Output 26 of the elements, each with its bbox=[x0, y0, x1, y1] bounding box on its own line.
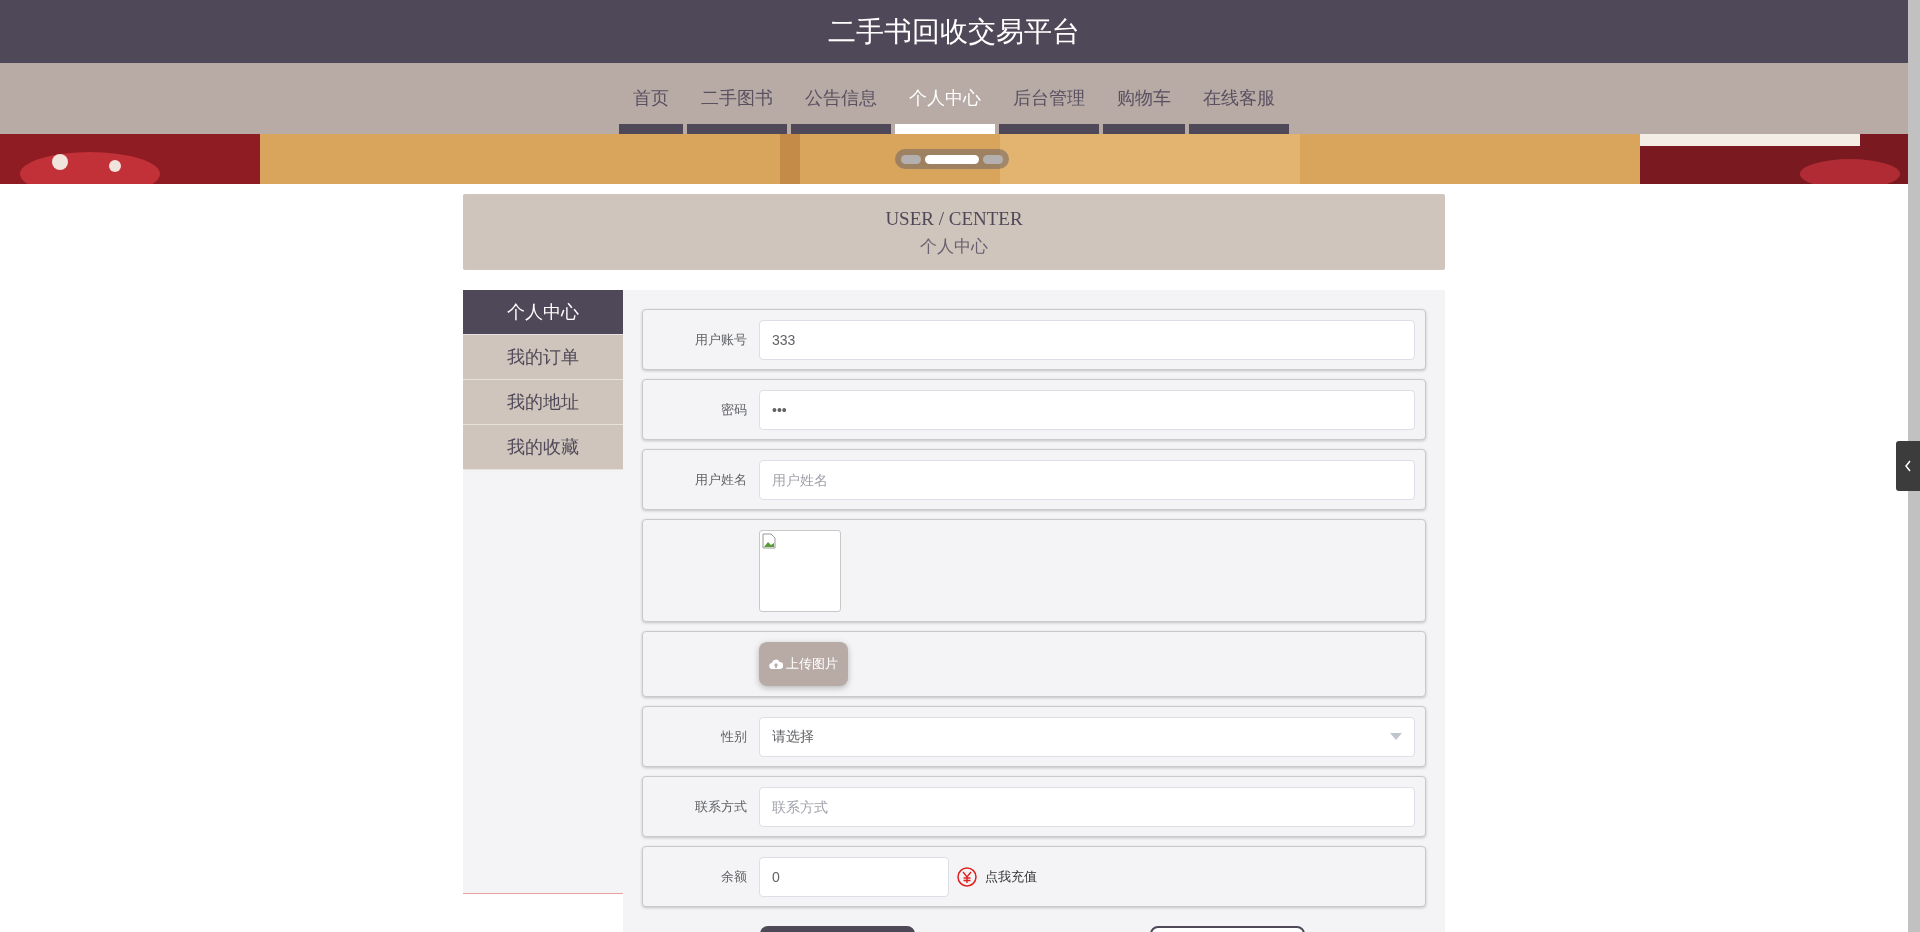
yen-icon bbox=[957, 866, 977, 887]
sidebar-item[interactable]: 我的收藏 bbox=[463, 425, 623, 470]
balance-field[interactable]: 0 bbox=[759, 856, 949, 897]
field-label: 性别 bbox=[721, 727, 747, 746]
heading-english: USER / CENTER bbox=[885, 207, 1023, 231]
text-field[interactable]: 333 bbox=[759, 319, 1415, 360]
field-label: 联系方式 bbox=[695, 797, 747, 816]
cloud-upload-icon bbox=[769, 658, 783, 670]
select-field[interactable]: 请选择 bbox=[759, 716, 1415, 757]
text-field[interactable]: 用户姓名 bbox=[759, 459, 1415, 500]
broken-image-icon bbox=[762, 533, 776, 549]
text-field[interactable]: ••• bbox=[759, 389, 1415, 430]
sidebar-item[interactable]: 我的地址 bbox=[463, 380, 623, 425]
field-label: 用户姓名 bbox=[695, 470, 747, 489]
recharge-link[interactable]: 点我充值 bbox=[985, 866, 1037, 887]
chevron-left-icon bbox=[1904, 460, 1912, 472]
field-label: 密码 bbox=[721, 400, 747, 419]
side-toggle-button[interactable] bbox=[1896, 441, 1920, 491]
field-label: 用户账号 bbox=[695, 330, 747, 349]
heading-chinese: 个人中心 bbox=[920, 235, 988, 258]
caret-icon bbox=[1390, 733, 1402, 740]
text-field[interactable]: 联系方式 bbox=[759, 786, 1415, 827]
field-label: 余额 bbox=[721, 867, 747, 886]
sidebar-item[interactable]: 我的订单 bbox=[463, 335, 623, 380]
site-title: 二手书回收交易平台 bbox=[828, 14, 1080, 49]
sidebar-item[interactable]: 个人中心 bbox=[463, 290, 623, 335]
